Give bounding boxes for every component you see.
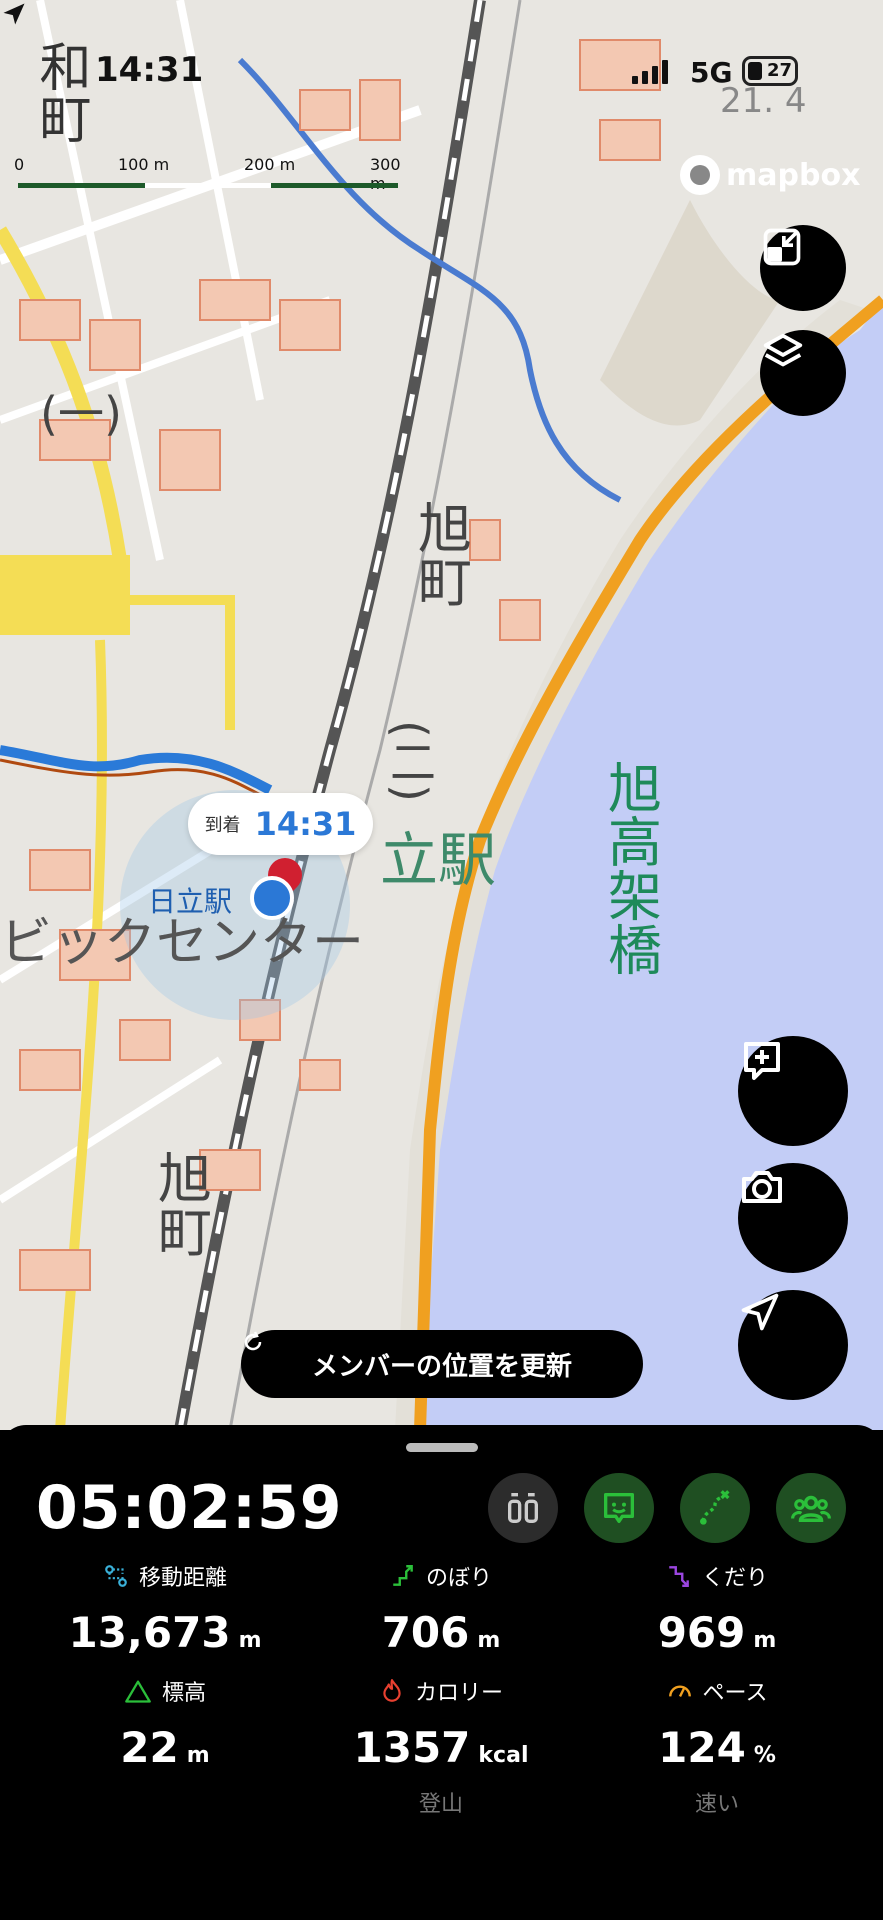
activity-panel: 05:02:59 移動距離 13,673 m のぼり 706 m くだり 969…	[0, 1425, 883, 1920]
map-label-chome-1: (一)	[40, 387, 122, 441]
stat-pace: ペース 124% 速い	[572, 1675, 862, 1818]
mapbox-label: mapbox	[726, 157, 861, 193]
ascent-unit: m	[477, 1628, 501, 1653]
distance-label: 移動距離	[138, 1566, 227, 1591]
map-label-asahi-2: 旭町	[149, 1150, 212, 1258]
descent-icon	[669, 1566, 689, 1587]
current-location-icon[interactable]	[250, 876, 294, 920]
ascent-label: のぼり	[425, 1566, 492, 1591]
distance-icon	[105, 1565, 127, 1587]
speedometer-icon	[668, 1685, 691, 1697]
map-label-station-big: 立駅	[380, 826, 496, 894]
mountain-icon	[125, 1680, 151, 1703]
collapse-map-button[interactable]	[760, 225, 846, 311]
descent-unit: m	[753, 1628, 777, 1653]
layers-icon	[763, 333, 803, 367]
group-icon	[791, 1495, 831, 1522]
distance-value: 13,673	[68, 1608, 231, 1657]
pace-value: 124	[658, 1723, 746, 1772]
descent-value: 969	[657, 1608, 746, 1657]
distance-unit: m	[238, 1628, 262, 1653]
ascent-icon	[393, 1565, 413, 1586]
pace-label: ペース	[702, 1681, 768, 1706]
route-icon	[700, 1490, 730, 1525]
update-member-label: メンバーの位置を更新	[311, 1351, 572, 1382]
calories-label: カロリー	[414, 1681, 503, 1706]
calories-activity-type: 登山	[418, 1792, 463, 1817]
group-button[interactable]	[776, 1473, 846, 1543]
ascent-value: 706	[381, 1608, 470, 1657]
calories-value: 1357	[353, 1723, 471, 1772]
scale-bar: 0 100 m 200 m 300 m	[14, 155, 401, 195]
mapbox-attribution[interactable]: mapbox	[680, 155, 860, 195]
stat-distance: 移動距離 13,673 m	[20, 1560, 310, 1657]
scale-label-0: 0	[14, 155, 25, 174]
altitude-value: 22	[120, 1723, 179, 1772]
map-label-chome-2: (二)	[383, 720, 437, 802]
status-bar: 14:31 5G 27	[0, 0, 883, 140]
stat-altitude: 標高 22 m	[20, 1675, 310, 1772]
add-comment-icon	[744, 1042, 780, 1080]
panel-drag-handle[interactable]	[406, 1443, 478, 1452]
face-icon	[604, 1493, 634, 1523]
network-type: 5G	[690, 56, 733, 89]
signal-icon	[632, 60, 668, 84]
elapsed-time: 05:02:59	[36, 1473, 343, 1543]
altitude-unit: m	[186, 1743, 210, 1768]
map-label-asahi-1: 旭町	[409, 500, 472, 608]
stat-calories: カロリー 1357 kcal 登山	[296, 1675, 586, 1818]
face-button[interactable]	[584, 1473, 654, 1543]
map-view[interactable]: 和町 旭町 旭町 (一) (二) 立駅 ビックセンター 旭高架橋 21. 4 1…	[0, 0, 883, 1430]
station-label[interactable]: 日立駅	[148, 880, 232, 920]
camera-icon	[742, 1171, 782, 1203]
refresh-icon	[244, 1331, 262, 1351]
route-button[interactable]	[680, 1473, 750, 1543]
pace-rating: 速い	[694, 1792, 739, 1817]
battery-level: 27	[767, 60, 793, 81]
descent-label: くだり	[701, 1566, 768, 1591]
layers-button[interactable]	[760, 330, 846, 416]
arrival-label: 到着	[204, 815, 241, 836]
navigation-button[interactable]	[738, 1290, 848, 1400]
arrival-bubble[interactable]: 到着 14:31	[188, 793, 373, 855]
stat-ascent: のぼり 706 m	[296, 1560, 586, 1657]
scale-label-200: 200 m	[244, 155, 296, 174]
update-member-location-button[interactable]: メンバーの位置を更新	[241, 1330, 643, 1398]
map-label-bridge: 旭高架橋	[599, 760, 662, 976]
location-arrow-icon	[3, 3, 25, 25]
collapse-icon	[763, 228, 801, 266]
log-icon	[507, 1493, 538, 1523]
stat-descent: くだり 969 m	[572, 1560, 862, 1657]
navigation-arrow-icon	[741, 1293, 779, 1331]
mapbox-logo-icon	[680, 155, 720, 195]
log-button[interactable]	[488, 1473, 558, 1543]
map-label-center: ビックセンター	[0, 913, 364, 973]
status-time: 14:31	[95, 50, 204, 90]
arrival-time: 14:31	[254, 805, 357, 843]
camera-button[interactable]	[738, 1163, 848, 1273]
battery-icon: 27	[742, 56, 798, 86]
scale-label-100: 100 m	[118, 155, 170, 174]
calories-unit: kcal	[478, 1743, 529, 1768]
altitude-label: 標高	[161, 1681, 206, 1706]
pace-unit: %	[753, 1743, 776, 1768]
flame-icon	[383, 1679, 401, 1702]
add-comment-button[interactable]	[738, 1036, 848, 1146]
